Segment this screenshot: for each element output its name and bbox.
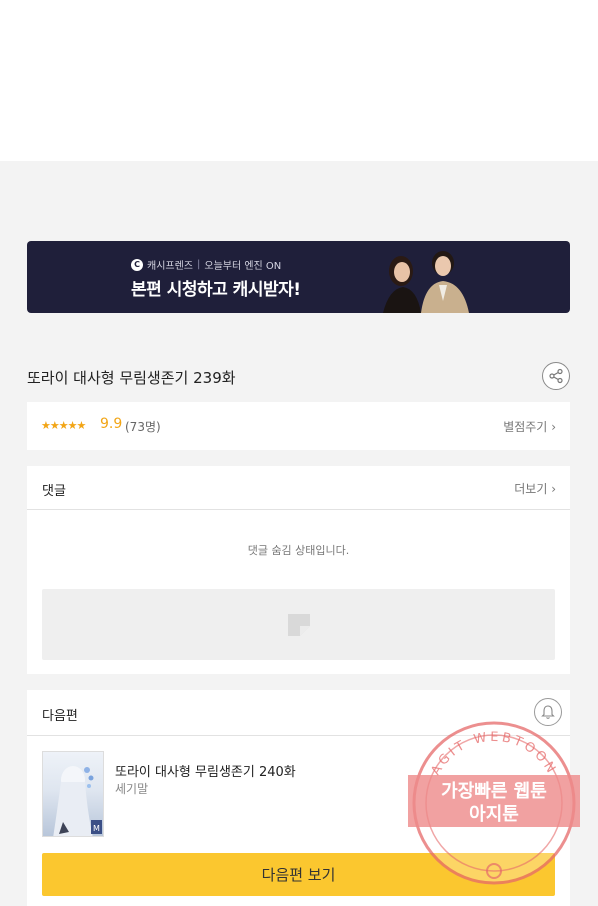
thumbnail-illustration: M: [53, 766, 102, 836]
next-episode-title: 또라이 대사형 무림생존기 240화: [115, 765, 296, 780]
episode-title-row: 또라이 대사형 무림생존기 239화: [27, 362, 570, 392]
comments-hidden-message: 댓글 숨김 상태입니다.: [247, 544, 350, 557]
notification-button[interactable]: [534, 698, 562, 726]
comments-card: 댓글 더보기 › 댓글 숨김 상태입니다.: [27, 466, 570, 674]
rating-count: (73명): [125, 420, 161, 434]
rate-link-label: 별점주기: [503, 420, 548, 434]
banner-tagline: 오늘부터 엔진 ON: [204, 261, 282, 272]
comments-title: 댓글: [42, 484, 66, 499]
comments-header: 댓글 더보기 ›: [27, 466, 570, 510]
chevron-right-icon: ›: [551, 482, 556, 496]
ad-placeholder: [42, 589, 555, 660]
page-top-blank: [0, 0, 598, 161]
rating-card: ★★★★★ 9.9 (73명) 별점주기 ›: [27, 402, 570, 450]
rating-score: 9.9: [100, 416, 123, 432]
banner-headline: 본편 시청하고 캐시받자!: [131, 280, 301, 300]
image-placeholder-icon: [288, 614, 310, 636]
next-episode-button[interactable]: 다음편 보기: [42, 853, 555, 896]
next-episode-section-title: 다음편: [42, 709, 78, 724]
chevron-right-icon: ›: [551, 420, 556, 434]
cash-friends-banner[interactable]: C 캐시프렌즈 | 오늘부터 엔진 ON 본편 시청하고 캐시받자!: [27, 241, 570, 313]
share-icon: [549, 368, 563, 384]
bell-icon: [541, 705, 555, 719]
next-episode-thumbnail[interactable]: M: [42, 751, 104, 837]
banner-brand-row: C 캐시프렌즈 | 오늘부터 엔진 ON: [131, 257, 281, 272]
rate-link[interactable]: 별점주기 ›: [503, 418, 556, 435]
rating-stars: ★★★★★: [41, 419, 86, 432]
next-episode-author: 세기말: [115, 782, 149, 796]
share-button[interactable]: [542, 362, 570, 390]
next-episode-item[interactable]: M 또라이 대사형 무림생존기 240화 세기말: [42, 751, 552, 839]
next-episode-card: 다음편 M 또라이 대사형 무림생존기 240화 세기말 다음편 보기: [27, 690, 570, 906]
comments-more-link[interactable]: 더보기 ›: [514, 480, 556, 497]
comments-more-label: 더보기: [514, 482, 548, 496]
next-episode-header: 다음편: [27, 690, 570, 736]
banner-couple-illustration: [383, 251, 469, 313]
banner-brand: 캐시프렌즈: [147, 261, 193, 272]
cash-logo-icon: C: [131, 258, 143, 271]
banner-separator: |: [197, 259, 201, 270]
episode-title: 또라이 대사형 무림생존기 239화: [27, 369, 236, 387]
svg-text:M: M: [93, 824, 100, 833]
